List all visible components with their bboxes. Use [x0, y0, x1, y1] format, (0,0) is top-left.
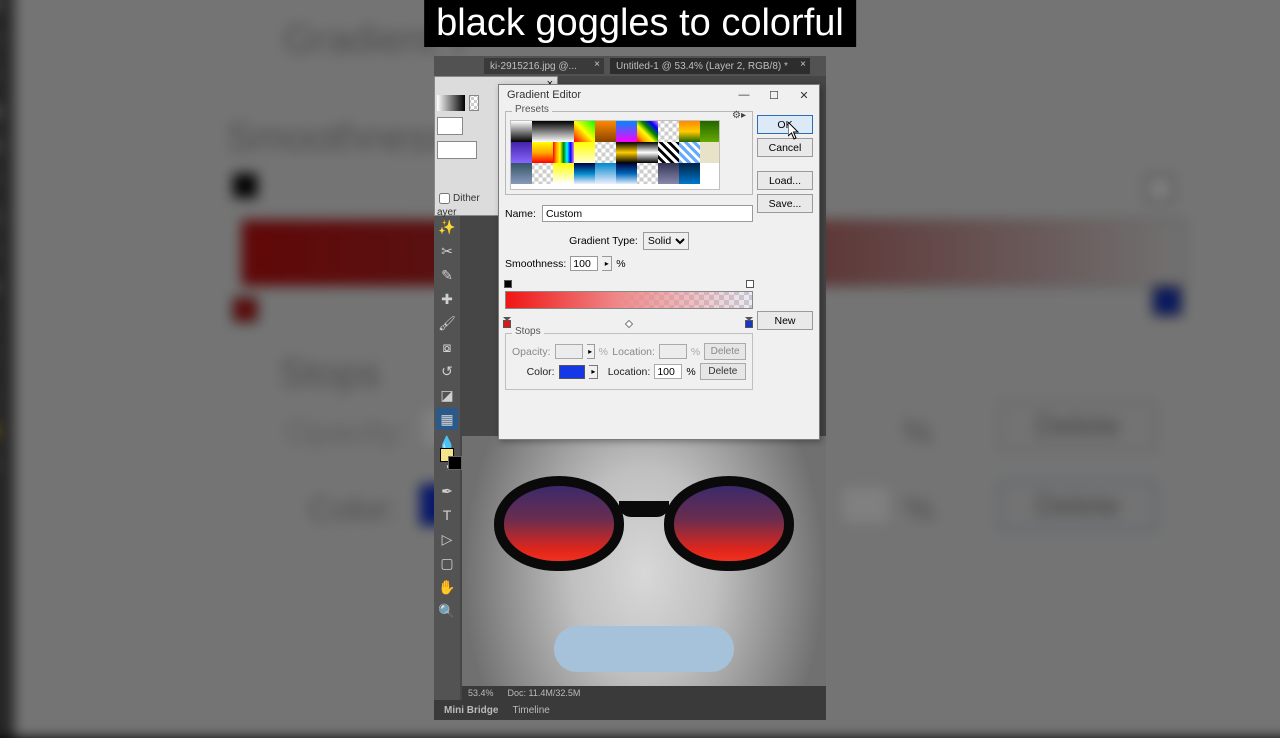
- opacity-field[interactable]: [437, 117, 463, 135]
- gradient-dropdown-icon[interactable]: [469, 95, 479, 111]
- doc-size: Doc: 11.4M/32.5M: [508, 688, 581, 698]
- dither-checkbox[interactable]: Dither: [439, 193, 480, 204]
- eyedropper-tool-icon[interactable]: ✎: [436, 264, 458, 286]
- close-icon[interactable]: ×: [594, 59, 600, 70]
- presets-group: Presets ⚙▸: [505, 111, 753, 195]
- opacity-location-input: [659, 344, 687, 359]
- midpoint-marker[interactable]: [625, 320, 633, 328]
- cancel-button[interactable]: Cancel: [757, 138, 813, 157]
- heal-tool-icon[interactable]: ✚: [436, 288, 458, 310]
- name-label: Name:: [505, 208, 536, 220]
- percent-label: %: [616, 258, 625, 270]
- minimize-icon[interactable]: —: [733, 87, 755, 103]
- zoom-level[interactable]: 53.4%: [468, 688, 494, 698]
- gradient-tool-icon[interactable]: ▦: [436, 408, 458, 430]
- wand-tool-icon[interactable]: ✨: [436, 216, 458, 238]
- photo-sunglasses: [494, 476, 794, 586]
- type-tool-icon[interactable]: T: [436, 504, 458, 526]
- color-stop-right[interactable]: [745, 317, 755, 329]
- name-input[interactable]: [542, 205, 753, 222]
- tab-mini-bridge[interactable]: Mini Bridge: [444, 705, 498, 716]
- gradient-preview[interactable]: [437, 95, 465, 111]
- gradient-type-select[interactable]: Solid: [643, 232, 689, 250]
- close-icon[interactable]: ×: [800, 59, 806, 70]
- save-button[interactable]: Save...: [757, 194, 813, 213]
- opacity-label: Opacity:: [512, 346, 551, 358]
- chevron-right-icon: ▸: [587, 344, 595, 359]
- maximize-icon[interactable]: ☐: [763, 87, 785, 103]
- close-icon[interactable]: ✕: [793, 87, 815, 103]
- tool-palette: ✥ ▭ ◠ ✨ ✂ ✎ ✚ 🖌 ⧇ ↺ ◪ ▦ 💧 ◔ ✒ T ▷ ▢ ✋ 🔍: [434, 142, 460, 720]
- crop-tool-icon[interactable]: ✂: [436, 240, 458, 262]
- document-tabbar: ki-2915216.jpg @...× Untitled-1 @ 53.4% …: [434, 56, 826, 76]
- canvas[interactable]: [462, 436, 826, 686]
- mode-field[interactable]: [437, 141, 477, 159]
- color-location-input[interactable]: [654, 364, 682, 379]
- gradient-bar[interactable]: [505, 283, 753, 323]
- delete-opacity-stop-button: Delete: [704, 343, 746, 360]
- color-swatch[interactable]: [559, 365, 586, 379]
- chevron-right-icon[interactable]: ▸: [602, 256, 612, 271]
- opacity-stop-left[interactable]: [503, 280, 513, 290]
- load-button[interactable]: Load...: [757, 171, 813, 190]
- presets-label: Presets: [512, 104, 552, 115]
- location-label: Location:: [602, 366, 650, 378]
- hand-tool-icon[interactable]: ✋: [436, 576, 458, 598]
- gear-icon[interactable]: ⚙▸: [732, 110, 746, 121]
- status-bar: 53.4% Doc: 11.4M/32.5M: [462, 686, 826, 700]
- location-label: Location:: [612, 346, 655, 358]
- mouse-cursor-icon: [788, 122, 800, 140]
- path-tool-icon[interactable]: ▷: [436, 528, 458, 550]
- chevron-right-icon[interactable]: ▸: [589, 365, 598, 379]
- new-button[interactable]: New: [757, 311, 813, 330]
- presets-grid[interactable]: [510, 120, 720, 190]
- smoothness-label: Smoothness:: [505, 258, 566, 270]
- bottom-panel-tabs: Mini Bridge Timeline: [434, 700, 826, 720]
- eraser-tool-icon[interactable]: ◪: [436, 384, 458, 406]
- stamp-tool-icon[interactable]: ⧇: [436, 336, 458, 358]
- layer-label-fragment: ayer: [437, 207, 456, 218]
- gradient-editor-dialog: Gradient Editor — ☐ ✕ OK Cancel Load... …: [498, 84, 820, 440]
- document-tab-1[interactable]: ki-2915216.jpg @...×: [484, 58, 604, 74]
- stops-label: Stops: [512, 326, 544, 337]
- color-label: Color:: [512, 366, 555, 378]
- bg-toolbar: ▦▭✎ ◢▨✐ ◧✑✚ ⌖T▷ ✋🔍: [0, 0, 14, 738]
- history-brush-icon[interactable]: ↺: [436, 360, 458, 382]
- overlay-pill: [554, 626, 734, 672]
- opacity-stop-right[interactable]: [745, 280, 755, 290]
- document-tab-2[interactable]: Untitled-1 @ 53.4% (Layer 2, RGB/8) *×: [610, 58, 810, 74]
- pen-tool-icon[interactable]: ✒: [436, 480, 458, 502]
- brush-tool-icon[interactable]: 🖌: [436, 312, 458, 334]
- gradient-type-label: Gradient Type:: [569, 235, 638, 247]
- stops-group: Stops Opacity: ▸ % Location: % Delete Co…: [505, 333, 753, 390]
- tab-timeline[interactable]: Timeline: [512, 705, 549, 716]
- delete-color-stop-button[interactable]: Delete: [700, 363, 746, 380]
- shape-tool-icon[interactable]: ▢: [436, 552, 458, 574]
- opacity-input: [555, 344, 583, 359]
- zoom-tool-icon[interactable]: 🔍: [436, 600, 458, 622]
- smoothness-input[interactable]: [570, 256, 598, 271]
- video-caption: black goggles to colorful: [424, 0, 856, 47]
- dialog-title: Gradient Editor: [507, 89, 581, 101]
- ok-button[interactable]: OK: [757, 115, 813, 134]
